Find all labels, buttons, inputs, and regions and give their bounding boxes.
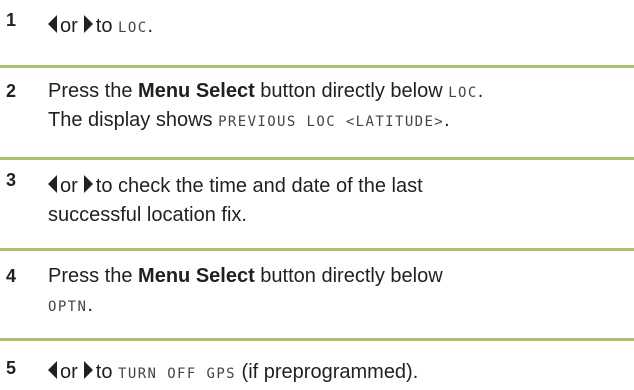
or-word: or — [60, 361, 78, 383]
text-span: Press the — [48, 265, 139, 287]
or-word: or — [60, 15, 78, 37]
step-text-line-2: OPTN. — [48, 291, 93, 322]
step-text-line-2: The display shows PREVIOUS LOC <LATITUDE… — [48, 106, 450, 137]
punctuation: . — [477, 80, 484, 102]
step-text-line-2: successful location fix. — [48, 204, 247, 226]
menu-select-label: Menu Select — [138, 80, 255, 102]
right-arrow-key-icon — [83, 175, 93, 193]
text-span: to check the time and date of the last — [95, 175, 423, 197]
display-text: PREVIOUS LOC <LATITUDE> — [218, 114, 445, 130]
punctuation: . — [147, 15, 154, 37]
text-span: (if preprogrammed). — [236, 361, 419, 383]
step-text: or to TURN OFF GPS (if preprogrammed). — [48, 358, 418, 389]
display-text: TURN OFF GPS — [118, 366, 236, 382]
divider-rule — [0, 338, 634, 341]
text-span: The display shows — [48, 109, 219, 131]
right-arrow-key-icon — [83, 361, 93, 379]
punctuation: . — [87, 294, 93, 316]
or-word: or — [60, 175, 78, 197]
display-text: LOC — [118, 20, 148, 36]
divider-rule — [0, 65, 634, 68]
step-number: 2 — [6, 81, 17, 101]
left-arrow-key-icon — [48, 15, 57, 33]
to-word: to — [95, 361, 113, 383]
step-text-line-1: or to check the time and date of the last — [48, 172, 423, 201]
text-span: Press the — [48, 80, 139, 102]
step-text-line-1: Press the Menu Select button directly be… — [48, 262, 443, 291]
display-text: LOC — [448, 85, 478, 101]
left-arrow-key-icon — [48, 175, 57, 193]
step-text-line-1: Press the Menu Select button directly be… — [48, 77, 483, 108]
display-text: OPTN — [48, 299, 88, 315]
text-span: button directly below — [254, 265, 443, 287]
to-word: to — [95, 15, 113, 37]
step-number: 3 — [6, 170, 17, 190]
step-text: or to LOC. — [48, 12, 153, 43]
punctuation: . — [444, 109, 450, 131]
step-number: 5 — [6, 358, 17, 378]
right-arrow-key-icon — [83, 15, 93, 33]
text-span: button directly below — [254, 80, 449, 102]
step-number: 1 — [6, 10, 17, 30]
step-number: 4 — [6, 266, 17, 286]
divider-rule — [0, 157, 634, 160]
left-arrow-key-icon — [48, 361, 57, 379]
divider-rule — [0, 248, 634, 251]
menu-select-label: Menu Select — [138, 265, 255, 287]
